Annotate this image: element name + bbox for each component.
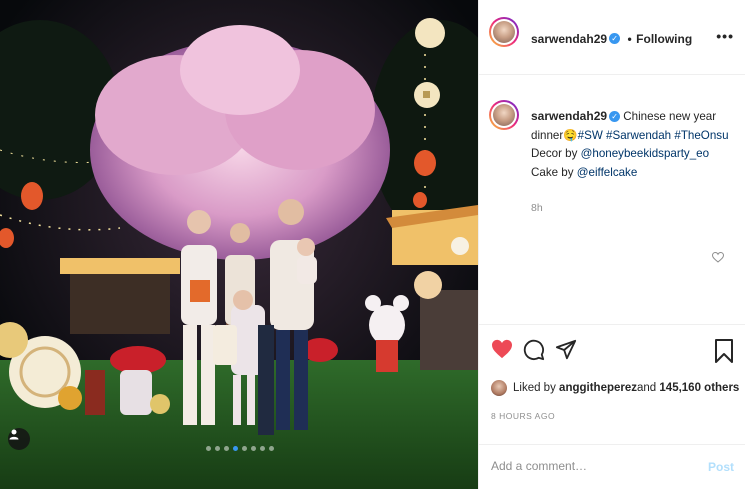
heart-filled-icon[interactable]	[491, 339, 513, 364]
photo-scene	[0, 0, 478, 489]
comment-bar: Post	[479, 444, 745, 489]
follow-separator: •	[627, 32, 632, 46]
post-comment-button[interactable]: Post	[708, 460, 734, 474]
caption-emoji: 🤤	[563, 128, 578, 142]
carousel-dot[interactable]	[206, 446, 211, 451]
comment-icon[interactable]	[523, 339, 545, 366]
action-bar	[479, 324, 745, 374]
caption-username[interactable]: sarwendah29	[531, 109, 607, 123]
user-tag-icon[interactable]	[8, 428, 30, 450]
liker-avatar[interactable]	[491, 380, 507, 396]
carousel-dot[interactable]	[242, 446, 247, 451]
carousel-indicator	[206, 446, 274, 451]
carousel-dot[interactable]	[215, 446, 220, 451]
carousel-dot[interactable]	[251, 446, 256, 451]
comment-input[interactable]	[491, 459, 691, 473]
caption-time[interactable]: 8h	[531, 202, 543, 214]
verified-badge-icon: ✓	[609, 111, 621, 123]
more-horizontal-icon[interactable]: •••	[716, 28, 734, 44]
following-button[interactable]: Following	[636, 32, 692, 46]
post-caption: sarwendah29 ✓ Chinese new year dinner🤤#SW…	[531, 107, 737, 182]
small-heart-icon[interactable]	[711, 250, 725, 268]
cake-label: Cake by	[531, 165, 577, 179]
bookmark-icon[interactable]	[714, 339, 734, 368]
decor-label: Decor by	[531, 147, 581, 160]
share-icon[interactable]	[555, 339, 577, 366]
liked-by-prefix: Liked by	[513, 382, 556, 394]
liked-by-and: and	[637, 382, 657, 394]
instagram-post: sarwendah29 ✓ • Following ••• sarwendah29…	[0, 0, 745, 489]
carousel-dot-active[interactable]	[233, 446, 238, 451]
mention-honeybeekidsparty[interactable]: @honeybeekidsparty_eo	[581, 147, 709, 160]
avatar[interactable]	[489, 17, 519, 47]
hashtag-sw[interactable]: #SW	[578, 129, 603, 142]
verified-badge-icon: ✓	[609, 33, 621, 45]
liked-by-user[interactable]: anggitheperez	[559, 382, 637, 394]
post-header: sarwendah29 ✓ • Following •••	[479, 0, 745, 75]
carousel-dot[interactable]	[260, 446, 265, 451]
likes-count[interactable]: 145,160 others	[659, 382, 739, 394]
carousel-dot[interactable]	[269, 446, 274, 451]
carousel-dot[interactable]	[224, 446, 229, 451]
hashtag-sarwendah[interactable]: #Sarwendah	[606, 129, 671, 142]
caption-avatar[interactable]	[489, 100, 519, 130]
likes-summary: Liked by anggitheperez and 145,160 other…	[491, 378, 739, 398]
post-side-panel: sarwendah29 ✓ • Following ••• sarwendah29…	[478, 0, 745, 489]
post-photo[interactable]	[0, 0, 478, 489]
mention-eiffelcake[interactable]: @eiffelcake	[577, 166, 638, 179]
hashtag-theonsu[interactable]: #TheOnsu	[674, 129, 728, 142]
header-username[interactable]: sarwendah29	[531, 32, 607, 46]
post-timestamp[interactable]: 8 HOURS AGO	[491, 411, 555, 421]
